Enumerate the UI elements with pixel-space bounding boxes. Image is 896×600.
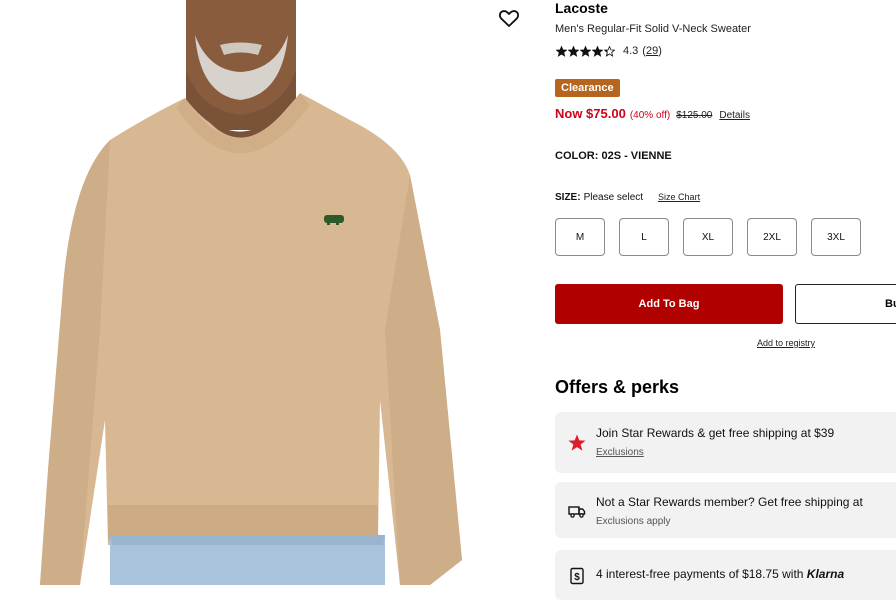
add-to-registry-link[interactable]: Add to registry (757, 338, 815, 348)
exclusions-link[interactable]: Exclusions (596, 447, 644, 458)
star-icon (567, 433, 587, 453)
rating-star-icon (568, 45, 579, 57)
color-value: 02S - VIENNE (601, 150, 672, 162)
size-option-xl[interactable]: XL (683, 218, 733, 256)
offer-klarna: $ 4 interest-free payments of $18.75 wit… (555, 550, 896, 600)
dollar-icon: $ (567, 566, 587, 586)
review-count-link[interactable]: 29 (646, 45, 658, 57)
review-count[interactable]: (29) (642, 45, 662, 57)
size-chart-link[interactable]: Size Chart (658, 192, 700, 202)
rating-summary[interactable]: 4.3 (29) (556, 45, 662, 57)
rating-star-icon (592, 45, 603, 57)
rating-star-icon (580, 45, 591, 57)
wishlist-heart-icon[interactable] (497, 6, 521, 30)
offer-main-text: Join Star Rewards & get free shipping at… (596, 426, 835, 440)
product-title: Men's Regular-Fit Solid V-Neck Sweater (555, 23, 751, 35)
size-header: SIZE: Please select Size Chart (555, 192, 700, 203)
svg-text:$: $ (574, 572, 580, 583)
size-option-2xl[interactable]: 2XL (747, 218, 797, 256)
clearance-badge: Clearance (555, 79, 620, 97)
product-image[interactable] (0, 0, 540, 585)
klarna-logo: Klarna (806, 567, 845, 581)
offer-sub-text: Exclusions apply (596, 516, 671, 527)
size-label: SIZE: (555, 192, 581, 203)
rating-star-icon (604, 45, 615, 57)
rating-star-icon (556, 45, 567, 57)
size-option-m[interactable]: M (555, 218, 605, 256)
truck-icon (567, 501, 587, 521)
size-option-l[interactable]: L (619, 218, 669, 256)
brand-name[interactable]: Lacoste (555, 0, 608, 16)
size-option-3xl[interactable]: 3XL (811, 218, 861, 256)
original-price: $125.00 (676, 110, 713, 121)
sale-price: Now $75.00 (555, 106, 626, 121)
offer-free-shipping: Not a Star Rewards member? Get free ship… (555, 482, 896, 538)
size-placeholder: Please select (583, 192, 644, 203)
rating-value: 4.3 (623, 45, 639, 57)
price-row: Now $75.00 (40% off) $125.00 Details (555, 106, 750, 121)
buy-now-button[interactable]: Bu (795, 284, 896, 324)
offer-main-text: Not a Star Rewards member? Get free ship… (596, 495, 863, 509)
add-to-bag-button[interactable]: Add To Bag (555, 284, 783, 324)
size-options: M L XL 2XL 3XL (555, 218, 861, 256)
offer-main-text: 4 interest-free payments of $18.75 with … (596, 567, 845, 581)
rating-stars (556, 45, 615, 57)
offer-star-rewards: Join Star Rewards & get free shipping at… (555, 412, 896, 473)
offers-title: Offers & perks (555, 377, 680, 397)
color-label: COLOR: (555, 150, 599, 162)
percent-off: (40% off) (629, 110, 671, 121)
price-details-link[interactable]: Details (719, 110, 750, 121)
color-selection: COLOR: 02S - VIENNE (555, 150, 672, 162)
product-photo (40, 0, 462, 585)
